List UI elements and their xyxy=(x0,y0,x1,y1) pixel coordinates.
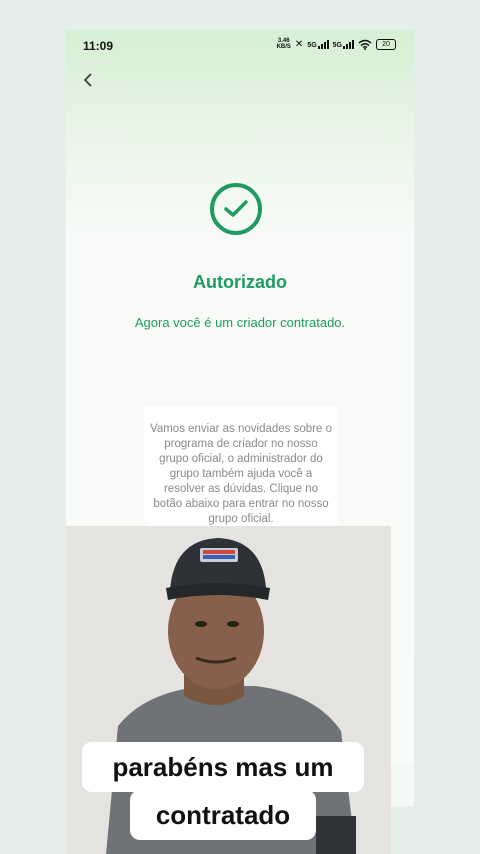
signal-strength-2: 5G xyxy=(333,39,354,49)
chevron-left-icon xyxy=(83,73,92,87)
status-bar: 11:09 3.46 KB/S ✕ 5G 5G 20 xyxy=(66,30,414,62)
info-text: Vamos enviar as novidades sobre o progra… xyxy=(150,423,332,525)
signal-strength-1: 5G xyxy=(307,39,329,49)
status-time: 11:09 xyxy=(83,39,114,53)
status-icons: 3.46 KB/S ✕ 5G 5G 20 xyxy=(277,38,396,50)
back-button[interactable] xyxy=(82,70,106,94)
page-title: Autorizado xyxy=(193,272,287,292)
caption-line-1: parabéns mas um xyxy=(82,742,364,792)
signal-bars-icon xyxy=(343,39,354,49)
success-check-icon xyxy=(210,183,262,235)
screen-edge xyxy=(391,764,414,806)
caption-line-2: contratado xyxy=(130,790,316,840)
info-card: Vamos enviar as novidades sobre o progra… xyxy=(144,406,338,526)
network-speed: 3.46 KB/S xyxy=(276,38,291,50)
wifi-icon xyxy=(358,39,372,50)
nfc-off-icon: ✕ xyxy=(294,38,304,50)
battery-icon: 20 xyxy=(376,38,396,50)
page-subtitle: Agora você é um criador contratado. xyxy=(134,315,346,330)
signal-bars-icon xyxy=(317,39,329,49)
